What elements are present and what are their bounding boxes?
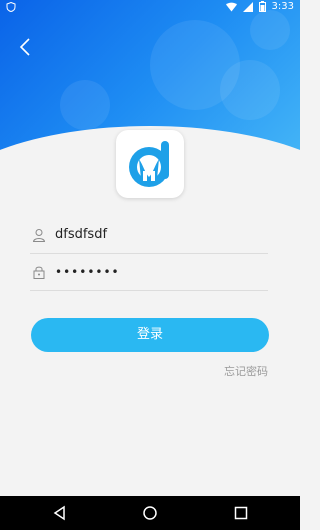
- decorative-bubble: [220, 60, 280, 120]
- username-value: dfsdfsdf: [55, 227, 108, 242]
- status-time: 3:33: [271, 1, 294, 12]
- square-recents-icon[interactable]: [233, 505, 249, 521]
- signal-icon: [242, 1, 253, 12]
- app-logo: [116, 130, 184, 198]
- battery-icon: [258, 1, 266, 12]
- password-field[interactable]: ••••••••: [30, 256, 268, 291]
- forgot-password-link[interactable]: 忘记密码: [224, 363, 268, 379]
- circle-home-icon[interactable]: [142, 505, 158, 521]
- wifi-icon: [225, 2, 237, 11]
- triangle-back-icon[interactable]: [52, 505, 68, 521]
- shield-icon: [6, 2, 16, 12]
- decorative-bubble: [250, 10, 290, 50]
- android-nav-bar: [0, 496, 300, 530]
- username-field[interactable]: dfsdfsdf: [30, 219, 268, 254]
- app-logo-icon: [129, 141, 169, 187]
- password-value: ••••••••: [55, 265, 120, 279]
- login-button[interactable]: 登录: [31, 318, 269, 352]
- chevron-left-icon[interactable]: [14, 35, 38, 59]
- user-icon: [32, 229, 46, 242]
- status-bar: 3:33: [0, 0, 300, 14]
- lock-icon: [33, 266, 45, 279]
- decorative-bubble: [60, 80, 110, 130]
